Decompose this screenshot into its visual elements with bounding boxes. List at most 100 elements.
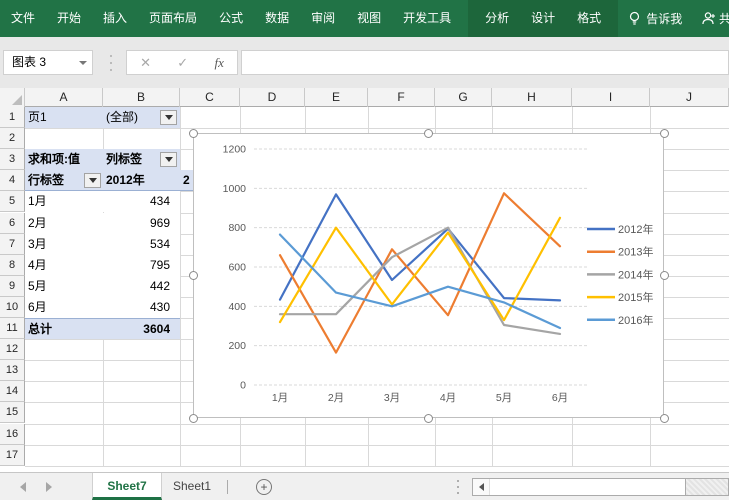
pivot-total-label[interactable]: 总计: [25, 318, 103, 340]
chart-resize-handle[interactable]: [188, 271, 198, 280]
row-header-1[interactable]: 1: [0, 107, 25, 129]
column-header-J[interactable]: J: [650, 88, 729, 107]
row-header-10[interactable]: 10: [0, 296, 25, 318]
row-header-5[interactable]: 5: [0, 191, 25, 213]
row-header-7[interactable]: 7: [0, 233, 25, 255]
insert-function-icon[interactable]: fx: [214, 55, 223, 71]
legend-label-2016年[interactable]: 2016年: [618, 313, 653, 327]
sheet-tab-Sheet7[interactable]: Sheet7: [92, 473, 162, 500]
row-header-3[interactable]: 3: [0, 149, 25, 171]
sheet-nav-next-icon[interactable]: [46, 482, 52, 492]
ribbon-tab-4[interactable]: 页面布局: [138, 0, 208, 37]
column-header-H[interactable]: H: [492, 88, 572, 107]
legend-label-2015年[interactable]: 2015年: [618, 290, 653, 304]
column-header-G[interactable]: G: [435, 88, 492, 107]
row-header-11[interactable]: 11: [0, 318, 25, 340]
ribbon-tab-7[interactable]: 审阅: [300, 0, 346, 37]
pivot-row-label[interactable]: 5月: [25, 275, 103, 297]
chart-resize-handle[interactable]: [659, 128, 669, 138]
pivot-row-header-label[interactable]: 行标签: [25, 170, 103, 192]
pivot-col-header-label[interactable]: 列标签: [103, 149, 180, 171]
column-header-B[interactable]: B: [103, 88, 180, 107]
ribbon-tab-3[interactable]: 插入: [92, 0, 138, 37]
row-header-2[interactable]: 2: [0, 128, 25, 150]
pivot-col-header-2012[interactable]: 2012年: [103, 170, 180, 192]
chart-resize-handle[interactable]: [424, 128, 433, 138]
series-line-2013年[interactable]: [278, 192, 562, 354]
pivot-row-value[interactable]: 442: [103, 275, 180, 297]
column-header-F[interactable]: F: [368, 88, 435, 107]
filter-dropdown-button[interactable]: [160, 110, 177, 125]
pivot-filter-label[interactable]: 页1: [25, 107, 103, 129]
row-header-14[interactable]: 14: [0, 381, 25, 403]
name-box-dropdown-icon[interactable]: [79, 61, 87, 65]
pivot-row-label[interactable]: 3月: [25, 233, 103, 255]
tell-me-button[interactable]: 告诉我: [618, 0, 692, 37]
ribbon-tab-8[interactable]: 视图: [346, 0, 392, 37]
row-header-8[interactable]: 8: [0, 254, 25, 276]
select-all-corner[interactable]: [0, 88, 25, 107]
ribbon-tab-6[interactable]: 数据: [254, 0, 300, 37]
pivot-row-label[interactable]: 2月: [25, 212, 103, 234]
column-header-A[interactable]: A: [25, 88, 103, 107]
column-header-D[interactable]: D: [240, 88, 305, 107]
row-header-12[interactable]: 12: [0, 339, 25, 361]
ribbon-tab-2[interactable]: 开始: [46, 0, 92, 37]
pivot-row-label[interactable]: 1月: [25, 191, 103, 213]
pivot-row-value[interactable]: 430: [103, 296, 180, 318]
name-box[interactable]: 图表 3: [3, 50, 93, 75]
pivot-row-value[interactable]: 795: [103, 254, 180, 276]
ribbon-tab-5[interactable]: 公式: [208, 0, 254, 37]
row-header-15[interactable]: 15: [0, 402, 25, 424]
chart-resize-handle[interactable]: [659, 413, 669, 423]
chevron-down-icon: [164, 115, 173, 120]
cancel-icon[interactable]: ✕: [140, 55, 151, 71]
chart-resize-handle[interactable]: [188, 128, 198, 138]
ribbon-tab-1[interactable]: 文件: [0, 0, 46, 37]
formula-bar-splitter[interactable]: [109, 55, 113, 71]
tab-scrollbar-splitter[interactable]: [456, 480, 460, 494]
scroll-left-icon[interactable]: [473, 479, 490, 495]
legend-label-2014年[interactable]: 2014年: [618, 267, 653, 281]
formula-input[interactable]: [241, 50, 729, 75]
pivot-row-label[interactable]: 4月: [25, 254, 103, 276]
chart-object[interactable]: 0 200 400 600 800 1000 1200 1月 2月 3月 4月 5月 6月 2012年 20…: [193, 133, 664, 418]
legend-label-2013年[interactable]: 2013年: [618, 245, 653, 259]
share-button[interactable]: 共: [693, 0, 729, 37]
sheet-tab-Sheet1[interactable]: Sheet1: [162, 473, 222, 500]
row-header-17[interactable]: 17: [0, 444, 25, 466]
row-header-13[interactable]: 13: [0, 360, 25, 382]
pivot-filter-value[interactable]: (全部): [103, 107, 180, 129]
add-sheet-button[interactable]: +: [256, 479, 272, 495]
row-header-9[interactable]: 9: [0, 275, 25, 297]
chart-resize-handle[interactable]: [424, 413, 433, 423]
scrollbar-thumb[interactable]: [490, 479, 686, 495]
column-header-I[interactable]: I: [572, 88, 650, 107]
pivot-row-value[interactable]: 969: [103, 212, 180, 234]
row-header-6[interactable]: 6: [0, 212, 25, 234]
filter-dropdown-button[interactable]: [160, 152, 177, 168]
horizontal-scrollbar[interactable]: [472, 478, 729, 496]
pivot-row-value[interactable]: 434: [103, 191, 180, 213]
sheet-nav-prev-icon[interactable]: [20, 482, 26, 492]
row-header-4[interactable]: 4: [0, 170, 25, 192]
column-header-E[interactable]: E: [305, 88, 368, 107]
pivot-value-field[interactable]: 求和项:值: [25, 149, 103, 171]
row-header-16[interactable]: 16: [0, 423, 25, 445]
series-line-2012年[interactable]: [278, 193, 562, 302]
legend-label-2012年[interactable]: 2012年: [618, 222, 653, 236]
pivot-row-label[interactable]: 6月: [25, 296, 103, 318]
ribbon-contextual-tab-3[interactable]: 格式: [566, 0, 612, 37]
pivot-row-value[interactable]: 534: [103, 233, 180, 255]
ribbon-tab-9[interactable]: 开发工具: [392, 0, 462, 37]
pivot-total-value[interactable]: 3604: [103, 318, 180, 340]
filter-dropdown-button[interactable]: [84, 173, 101, 189]
scrollbar-track[interactable]: [686, 479, 728, 495]
chart-resize-handle[interactable]: [188, 413, 198, 423]
chart-resize-handle[interactable]: [659, 271, 669, 280]
pivot-col-header-clipped[interactable]: 2: [180, 170, 194, 192]
ribbon-contextual-tab-2[interactable]: 设计: [520, 0, 566, 37]
ribbon-contextual-tab-1[interactable]: 分析: [474, 0, 520, 37]
column-header-C[interactable]: C: [180, 88, 240, 107]
enter-icon[interactable]: ✓: [177, 55, 188, 71]
